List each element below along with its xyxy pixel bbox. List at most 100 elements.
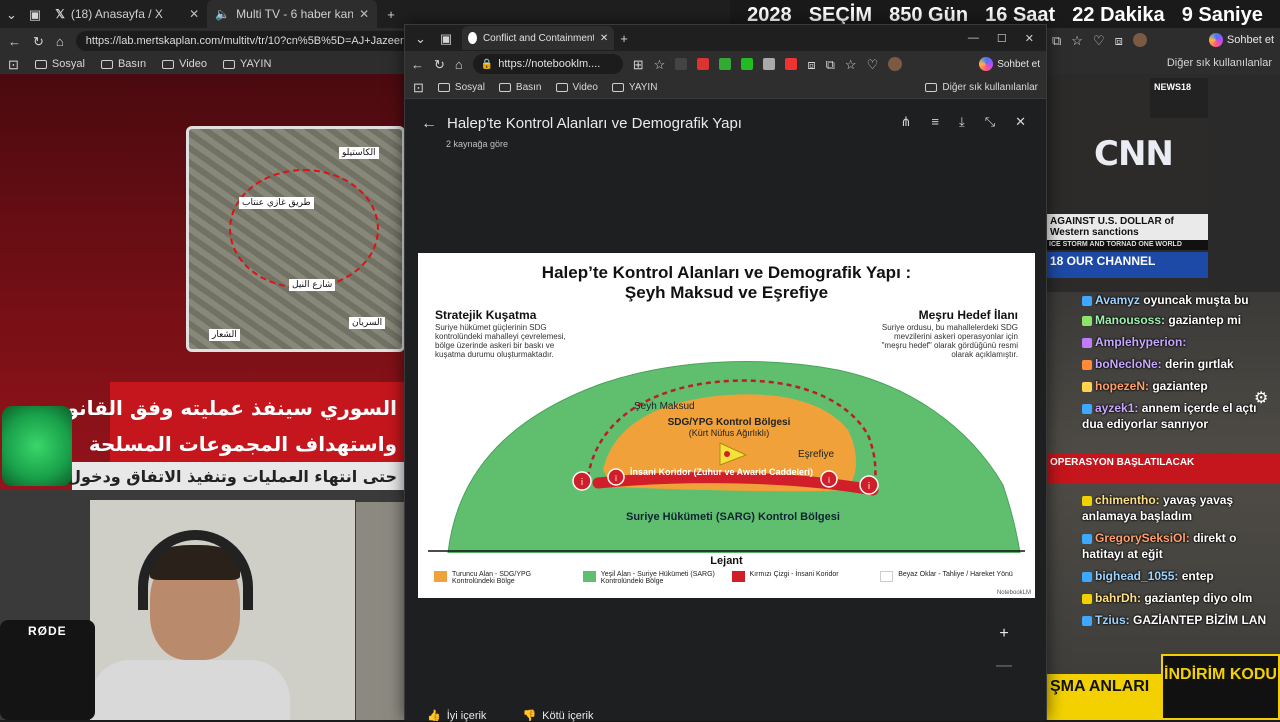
bookmark-basin[interactable]: Basın xyxy=(100,58,146,70)
favorites-icon[interactable]: ☆ xyxy=(845,58,857,71)
new-tab-icon[interactable]: + xyxy=(620,32,628,45)
tab-x-home[interactable]: 𝕏 (18) Anasayfa / X ✕ xyxy=(47,0,207,28)
flag-star-icon xyxy=(724,451,730,457)
profile-avatar[interactable] xyxy=(1132,33,1147,47)
refresh-icon[interactable]: ↻ xyxy=(434,58,445,71)
close-window-icon[interactable]: ✕ xyxy=(1025,32,1034,45)
favorite-star-icon[interactable]: ☆ xyxy=(654,58,666,71)
news-video-panel: الكاستيلو طريق غازي عنتاب شارع النيل الس… xyxy=(0,74,405,720)
close-tab-icon[interactable]: ✕ xyxy=(359,7,369,21)
collections-icon[interactable]: ♡ xyxy=(1093,34,1105,47)
chat-username[interactable]: ayzek1: xyxy=(1095,401,1138,415)
chat-username[interactable]: Amplehyperion: xyxy=(1095,335,1186,349)
close-icon[interactable]: ✕ xyxy=(1015,115,1026,128)
split-screen-icon[interactable]: ⧉ xyxy=(826,58,835,71)
split-screen-icon[interactable]: ⧉ xyxy=(1052,34,1061,47)
share-icon[interactable]: ⋔ xyxy=(900,115,911,128)
zoom-in-icon[interactable]: + xyxy=(999,625,1008,643)
chat-username[interactable]: hopezeN: xyxy=(1095,379,1149,393)
workspaces-icon[interactable]: ▣ xyxy=(436,32,456,45)
chat-badge-icon xyxy=(1082,495,1092,506)
extension-1-icon[interactable] xyxy=(675,58,688,70)
bookmark-label: YAYIN xyxy=(628,82,658,93)
home-icon[interactable]: ⌂ xyxy=(56,35,64,48)
chat-username[interactable]: boNecloNe: xyxy=(1095,357,1162,371)
chat-message: hopezeN: gaziantep xyxy=(1082,378,1274,394)
other-favorites-link[interactable]: Diğer sık kullanılanlar xyxy=(1167,57,1272,69)
channel-logo xyxy=(2,406,72,486)
x-logo-icon: 𝕏 xyxy=(55,7,65,21)
chat-username[interactable]: Avamyz xyxy=(1095,293,1140,307)
cnn-video: NEWS18 CNN AGAINST U.S. DOLLAR of Wester… xyxy=(1046,74,1208,292)
bookmark-sosyal[interactable]: Sosyal xyxy=(437,82,485,93)
folder-icon xyxy=(555,83,568,92)
front-bookmarks-bar: ⊡ Sosyal Basın Video YAYIN Diğer sık kul… xyxy=(405,77,1046,99)
bookmark-sosyal[interactable]: Sosyal xyxy=(34,58,85,70)
bookmarks-icon[interactable]: ⊡ xyxy=(8,58,19,71)
extensions-icon[interactable]: ⧈ xyxy=(1115,34,1123,47)
chat-username[interactable]: Manousoss: xyxy=(1095,313,1165,327)
folder-icon xyxy=(925,83,938,92)
tab-multitv[interactable]: 🔈 Multi TV - 6 haber kanalını ay ✕ xyxy=(207,0,378,28)
legend-swatch xyxy=(434,571,447,582)
refresh-icon[interactable]: ↻ xyxy=(33,35,44,48)
extension-2-icon[interactable] xyxy=(697,58,710,70)
back-arrow-icon[interactable]: ← xyxy=(8,35,21,48)
news-ticker: حتى انتهاء العمليات وتنفيذ الاتفاق ودخول… xyxy=(20,462,405,492)
tab-list-icon[interactable]: ⌄ xyxy=(411,32,430,45)
other-favorites-link[interactable]: Diğer sık kullanılanlar xyxy=(925,82,1038,93)
chat-username[interactable]: bahrDh: xyxy=(1095,591,1141,605)
zoom-out-icon[interactable]: — xyxy=(996,657,1012,675)
copilot-button[interactable]: Sohbet et xyxy=(979,57,1040,71)
chat-text: GAZİANTEP BİZİM LAN xyxy=(1133,613,1267,627)
news-map-thumbnail: الكاستيلو طريق غازي عنتاب شارع النيل الس… xyxy=(186,126,405,352)
bookmark-yayin[interactable]: YAYIN xyxy=(611,82,658,93)
chat-username[interactable]: Tzius: xyxy=(1095,613,1130,627)
dislike-button[interactable]: 👎 Kötü içerik xyxy=(522,709,593,722)
address-bar[interactable]: 🔒 https://notebooklm.... xyxy=(472,54,623,74)
bookmark-video[interactable]: Video xyxy=(162,58,207,70)
extensions-icon[interactable]: ⧈ xyxy=(807,58,815,71)
copilot-button[interactable]: Sohbet et xyxy=(1208,33,1274,47)
bookmarks-icon[interactable]: ⊡ xyxy=(413,81,424,94)
tab-notebooklm[interactable]: Conflict and Containment: The Sie ✕ xyxy=(462,26,615,50)
url-text: https://notebooklm.... xyxy=(498,58,601,70)
bookmark-basin[interactable]: Basın xyxy=(498,82,542,93)
chat-text: derin gırtlak xyxy=(1165,357,1234,371)
extension-4-icon[interactable] xyxy=(741,58,754,70)
collections-icon[interactable]: ♡ xyxy=(867,58,879,71)
tab-list-icon[interactable]: ⌄ xyxy=(0,8,23,21)
back-arrow-icon[interactable]: ← xyxy=(411,58,424,71)
back-arrow-icon[interactable]: ← xyxy=(421,115,437,132)
chat-badge-icon xyxy=(1082,381,1092,392)
settings-gear-icon[interactable]: ⚙ xyxy=(1254,388,1272,407)
new-tab-icon[interactable]: + xyxy=(377,8,405,21)
feedback-bar: 👍 İyi içerik 👎 Kötü içerik xyxy=(427,709,594,722)
extension-6-icon[interactable] xyxy=(785,58,798,70)
right-heading: Meşru Hedef İlanı xyxy=(918,308,1018,322)
bookmark-yayin[interactable]: YAYIN xyxy=(223,58,271,70)
bookmark-video[interactable]: Video xyxy=(555,82,598,93)
chat-username[interactable]: bighead_1055: xyxy=(1095,569,1178,583)
copilot-icon xyxy=(1208,33,1223,47)
home-icon[interactable]: ⌂ xyxy=(455,58,463,71)
minimize-icon[interactable]: — xyxy=(968,32,979,45)
maximize-icon[interactable]: ☐ xyxy=(997,32,1007,45)
map-label-gaziantep-road: طريق غازي عنتاب xyxy=(239,197,314,209)
edit-notes-icon[interactable]: ≡ xyxy=(931,115,939,128)
close-tab-icon[interactable]: ✕ xyxy=(600,33,608,44)
app-icon[interactable]: ⊞ xyxy=(633,58,644,71)
extension-3-icon[interactable] xyxy=(719,58,732,70)
like-button[interactable]: 👍 İyi içerik xyxy=(427,709,486,722)
close-tab-icon[interactable]: ✕ xyxy=(189,7,199,21)
chat-username[interactable]: chimentho: xyxy=(1095,493,1160,507)
download-icon[interactable]: ⤓ xyxy=(959,115,965,128)
collapse-icon[interactable]: ⤡ xyxy=(985,115,995,128)
chat-username[interactable]: GregorySeksiOl: xyxy=(1095,531,1190,545)
workspaces-icon[interactable]: ▣ xyxy=(23,8,47,21)
favorites-icon[interactable]: ☆ xyxy=(1071,34,1083,47)
right-stream-panel: NEWS18 CNN AGAINST U.S. DOLLAR of Wester… xyxy=(1046,74,1280,720)
profile-avatar[interactable] xyxy=(888,57,903,71)
chat-message: bahrDh: gaziantep diyo olm xyxy=(1082,590,1274,606)
extension-5-icon[interactable] xyxy=(763,58,776,70)
